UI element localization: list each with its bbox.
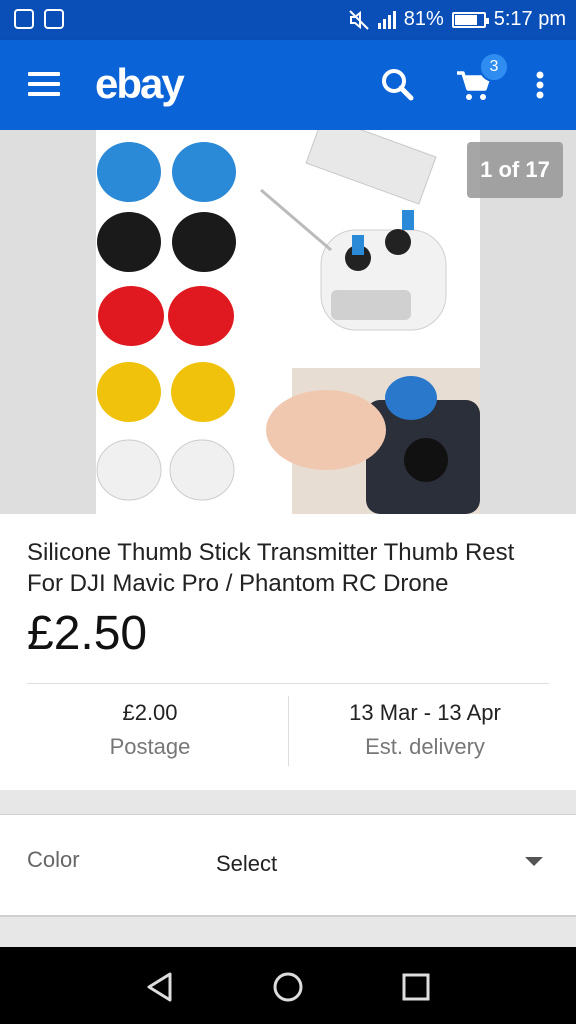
home-icon[interactable]: [266, 965, 310, 1009]
battery-icon: [451, 11, 489, 28]
image-counter: 1 of 17: [467, 142, 563, 198]
photo-notification-icon: [14, 9, 34, 29]
column-divider: [288, 696, 289, 766]
product-image[interactable]: [96, 130, 480, 514]
delivery-value: 13 Mar - 13 Apr: [349, 700, 501, 725]
notification-icons: [14, 9, 64, 29]
status-indicators: 81% 5:17 pm: [348, 8, 566, 31]
shopping-bag-notification-icon: [44, 9, 64, 29]
postage-value: £2.00: [122, 700, 178, 725]
chevron-down-icon[interactable]: [525, 857, 543, 866]
postage-label: Postage: [109, 734, 191, 759]
android-nav-bar: [0, 947, 576, 1024]
back-icon[interactable]: [138, 965, 182, 1009]
ebay-logo[interactable]: ebay: [95, 60, 185, 108]
delivery-label: Est. delivery: [365, 734, 485, 759]
clock: 5:17 pm: [493, 8, 566, 30]
thumb-caps-illustration: [96, 142, 236, 501]
mute-icon: [348, 9, 369, 30]
product-title: Silicone Thumb Stick Transmitter Thumb R…: [27, 539, 515, 597]
delivery-info: 13 Mar - 13 Apr Est. delivery: [295, 700, 555, 760]
cart-count-badge: 3: [479, 52, 509, 82]
divider: [27, 683, 549, 684]
color-label: Color: [27, 847, 80, 872]
color-select[interactable]: Color Select: [0, 814, 576, 917]
product-summary: Silicone Thumb Stick Transmitter Thumb R…: [0, 514, 576, 790]
search-icon[interactable]: [378, 65, 418, 105]
recents-icon[interactable]: [394, 965, 438, 1009]
battery-percent: 81%: [403, 8, 444, 30]
more-vert-icon[interactable]: [520, 65, 560, 105]
status-bar: 81% 5:17 pm: [0, 0, 576, 40]
product-price: £2.50: [27, 607, 148, 660]
app-bar: ebay 3: [0, 40, 576, 130]
controller-illustration: [260, 130, 447, 331]
signal-icon: [377, 10, 396, 29]
hand-photo-illustration: [266, 368, 480, 514]
menu-icon[interactable]: [28, 72, 60, 96]
postage-info: £2.00 Postage: [20, 700, 280, 760]
color-select-value[interactable]: Select: [216, 851, 277, 877]
